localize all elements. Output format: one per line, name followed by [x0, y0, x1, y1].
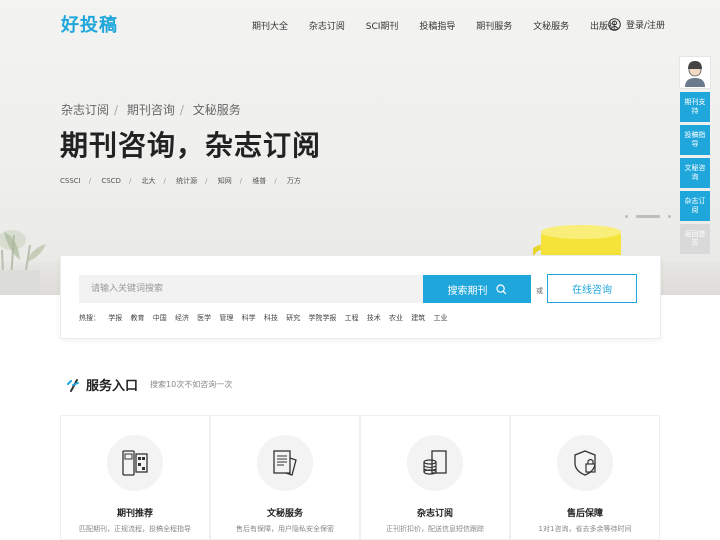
service-card-title: 售后保障: [566, 509, 603, 519]
hot-keyword[interactable]: 经济: [175, 314, 189, 322]
index-tag: 知网: [217, 177, 232, 185]
hot-searches: 热搜： 学报 教育 中国 经济 医学 管理 科学 科技 研究 学院学报 工程 技…: [79, 313, 454, 323]
login-label: 登录/注册: [626, 21, 666, 31]
side-toolbar: 期刊支持 投稿指导 文秘咨询 杂志订阅 返回首页: [679, 56, 711, 254]
hot-keyword[interactable]: 医学: [197, 314, 211, 322]
hot-keyword[interactable]: 科学: [242, 314, 256, 322]
breadcrumb: 杂志订阅 / 期刊咨询 / 文秘服务: [61, 103, 241, 117]
main-nav: 期刊大全 杂志订阅 SCI期刊 投稿指导 期刊服务 文秘服务 出版社: [252, 19, 635, 32]
service-card-aftersale[interactable]: 售后保障 1对1咨询，省去多余等待时间: [510, 415, 660, 540]
service-cards: 期刊推荐 匹配期刊，正规流程，投稿全程指导 文秘服务 售后有保障，用户隐私安全保…: [60, 415, 660, 540]
hot-keyword[interactable]: 研究: [286, 314, 300, 322]
sidebar-item-subscribe[interactable]: 杂志订阅: [680, 191, 710, 221]
service-card-desc: 匹配期刊，正规流程，投稿全程指导: [79, 525, 191, 533]
index-tag: 统计源: [176, 177, 198, 185]
nav-item-guide[interactable]: 投稿指导: [419, 19, 455, 32]
hot-keyword[interactable]: 技术: [367, 314, 381, 322]
search-button[interactable]: 搜索期刊: [423, 275, 531, 303]
document-icon: [257, 435, 313, 491]
breadcrumb-item[interactable]: 期刊咨询: [127, 103, 175, 117]
search-button-label: 搜索期刊: [447, 285, 488, 297]
hot-keyword[interactable]: 管理: [219, 314, 233, 322]
index-tag: 万方: [286, 177, 301, 185]
service-card-desc: 1对1咨询，省去多余等待时间: [538, 525, 632, 533]
nav-item-sci[interactable]: SCI期刊: [366, 19, 399, 32]
nav-item-secretary[interactable]: 文秘服务: [533, 19, 569, 32]
hot-keyword[interactable]: 工程: [345, 314, 359, 322]
site-logo[interactable]: 好投稿: [61, 11, 118, 37]
service-card-title: 期刊推荐: [116, 509, 153, 519]
service-card-title: 文秘服务: [266, 509, 303, 519]
hot-keyword[interactable]: 工业: [434, 314, 448, 322]
shield-lock-icon: [557, 435, 613, 491]
hot-label: 热搜：: [79, 314, 100, 322]
nav-item-subscribe[interactable]: 杂志订阅: [309, 19, 345, 32]
hot-keyword[interactable]: 学报: [108, 314, 122, 322]
support-agent-icon: [685, 60, 705, 87]
hot-keyword[interactable]: 建筑: [411, 314, 425, 322]
breadcrumb-item[interactable]: 杂志订阅: [61, 103, 109, 117]
services-icon: [67, 378, 79, 392]
service-card-desc: 售后有保障，用户隐私安全保密: [236, 525, 334, 533]
coins-icon: [407, 435, 463, 491]
user-icon: [608, 18, 621, 31]
service-card-recommend[interactable]: 期刊推荐 匹配期刊，正规流程，投稿全程指导: [60, 415, 210, 540]
hero-title: 期刊咨询，杂志订阅: [60, 129, 322, 162]
nav-item-journals[interactable]: 期刊大全: [252, 19, 288, 32]
hot-keyword[interactable]: 科技: [264, 314, 278, 322]
or-text: 或: [536, 287, 543, 295]
index-tag: CSSCI: [60, 177, 81, 185]
nav-item-journal-service[interactable]: 期刊服务: [476, 19, 512, 32]
top-header: 好投稿 期刊大全 杂志订阅 SCI期刊 投稿指导 期刊服务 文秘服务 出版社 登…: [0, 0, 720, 52]
sidebar-item-secretary-consult[interactable]: 文秘咨询: [680, 158, 710, 188]
service-card-desc: 正刊折扣价，配送信息短信跟踪: [386, 525, 484, 533]
hot-keyword[interactable]: 教育: [130, 314, 144, 322]
service-avatar[interactable]: [679, 56, 711, 89]
index-tag: 维普: [252, 177, 267, 185]
index-tag: CSCD: [101, 177, 121, 185]
service-card-title: 杂志订阅: [416, 509, 453, 519]
index-tags: CSSCI / CSCD / 北大 / 统计源 / 知网 / 维普 / 万方: [60, 177, 301, 185]
sidebar-item-journal-support[interactable]: 期刊支持: [680, 92, 710, 122]
hot-keyword[interactable]: 学院学报: [308, 314, 336, 322]
services-subtitle: 搜索10次不如咨询一次: [150, 380, 233, 389]
breadcrumb-item[interactable]: 文秘服务: [193, 103, 241, 117]
sidebar-item-submission-guide[interactable]: 投稿指导: [680, 125, 710, 155]
carousel-dots[interactable]: [625, 206, 679, 225]
search-icon: [495, 283, 506, 294]
consult-button[interactable]: 在线咨询: [547, 274, 637, 303]
index-tag: 北大: [141, 177, 156, 185]
hot-keyword[interactable]: 农业: [389, 314, 403, 322]
hot-keyword[interactable]: 中国: [153, 314, 167, 322]
login-link[interactable]: 登录/注册: [608, 18, 665, 31]
search-card: 搜索期刊 或 在线咨询 热搜： 学报 教育 中国 经济 医学 管理 科学 科技 …: [60, 255, 661, 339]
service-card-secretary[interactable]: 文秘服务 售后有保障，用户隐私安全保密: [210, 415, 360, 540]
services-title: 服务入口: [86, 379, 139, 394]
service-card-subscribe[interactable]: 杂志订阅 正刊折扣价，配送信息短信跟踪: [360, 415, 510, 540]
services-header: 服务入口 搜索10次不如咨询一次: [66, 375, 232, 394]
scanner-icon: [107, 435, 163, 491]
search-input[interactable]: [79, 275, 424, 303]
back-to-home-button[interactable]: 返回首页: [680, 224, 710, 254]
